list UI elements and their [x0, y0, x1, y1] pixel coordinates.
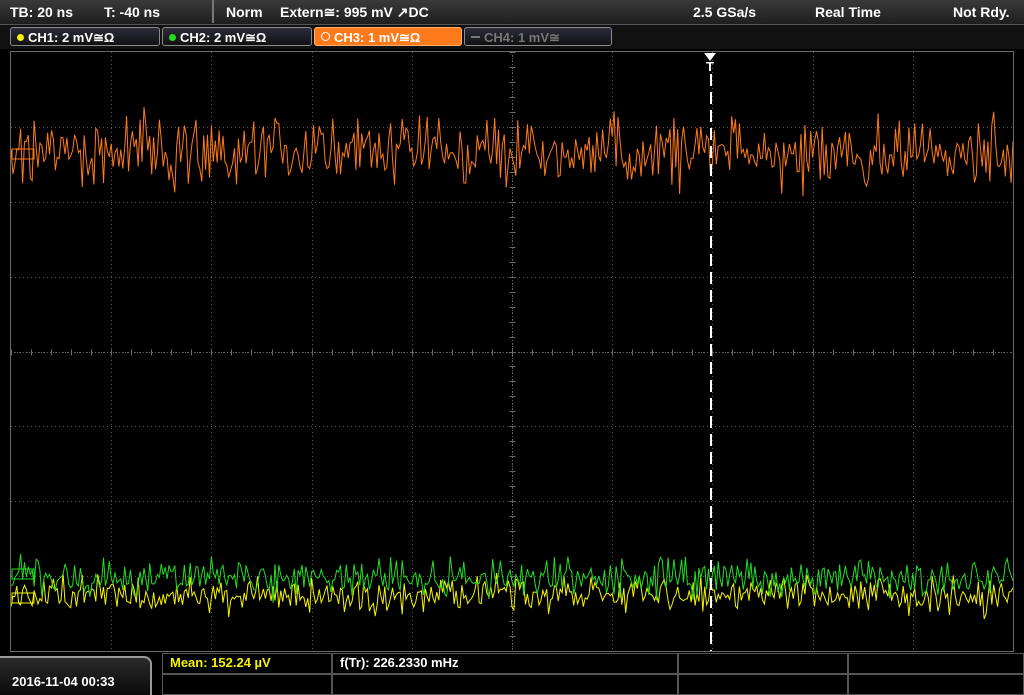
ch4-indicator-icon — [471, 36, 480, 38]
status-bar: TB: 20 ns T: -40 ns Norm Extern≅: 995 mV… — [0, 0, 1024, 25]
ch2-label: CH2: 2 mV≅Ω — [180, 30, 267, 45]
trigger-marker-icon[interactable]: T — [703, 53, 717, 73]
channel-markers — [11, 148, 35, 604]
ch4-label: CH4: 1 mV≅ — [484, 30, 560, 45]
ch1-indicator-icon — [17, 34, 24, 41]
measurement-6-cell[interactable] — [332, 674, 678, 695]
trigger-time-label: T: -40 ns — [104, 4, 161, 20]
channel-ch4-button[interactable]: CH4: 1 mV≅ — [464, 27, 612, 46]
channel-ch1-button[interactable]: CH1: 2 mV≅Ω — [10, 27, 160, 46]
measurement-5-cell[interactable] — [162, 674, 332, 695]
acquisition-mode-label[interactable]: Real Time — [815, 4, 881, 20]
waveform-display[interactable]: T — [10, 51, 1014, 652]
sample-rate-label[interactable]: 2.5 GSa/s — [693, 4, 756, 20]
measurement-7-cell[interactable] — [678, 674, 848, 695]
trigger-mode-label[interactable]: Norm — [226, 4, 263, 20]
waveform-screen — [11, 52, 1013, 651]
measurement-4-cell[interactable] — [848, 653, 1024, 674]
ch3-label: CH3: 1 mV≅Ω — [334, 30, 421, 45]
channel-bar: CH1: 2 mV≅Ω CH2: 2 mV≅Ω CH3: 1 mV≅Ω CH4:… — [0, 25, 1024, 49]
measurement-3-cell[interactable] — [678, 653, 848, 674]
ch1-label: CH1: 2 mV≅Ω — [28, 30, 115, 45]
timebase-label: TB: 20 ns — [10, 4, 74, 20]
datetime-label: 2016-11-04 00:33 — [12, 674, 115, 689]
channel-ch2-button[interactable]: CH2: 2 mV≅Ω — [162, 27, 312, 46]
trigger-source-label[interactable]: Extern≅: 995 mV ↗DC — [280, 4, 429, 21]
datetime-panel: 2016-11-04 00:33 — [0, 656, 152, 695]
measurement-8-cell[interactable] — [848, 674, 1024, 695]
ch3-indicator-icon — [321, 32, 330, 41]
run-state-label: Not Rdy. — [953, 4, 1010, 20]
trigger-marker-label: T — [706, 59, 714, 74]
channel-ch3-button[interactable]: CH3: 1 mV≅Ω — [314, 27, 462, 46]
ch2-indicator-icon — [169, 34, 176, 41]
timebase-panel[interactable]: TB: 20 ns T: -40 ns — [0, 0, 214, 23]
frequency-measurement: f(Tr): 226.2330 mHz — [340, 655, 459, 670]
bottom-bar: 2016-11-04 00:33 Mean: 152.24 µV f(Tr): … — [0, 652, 1024, 695]
mean-measurement: Mean: 152.24 µV — [170, 655, 271, 670]
